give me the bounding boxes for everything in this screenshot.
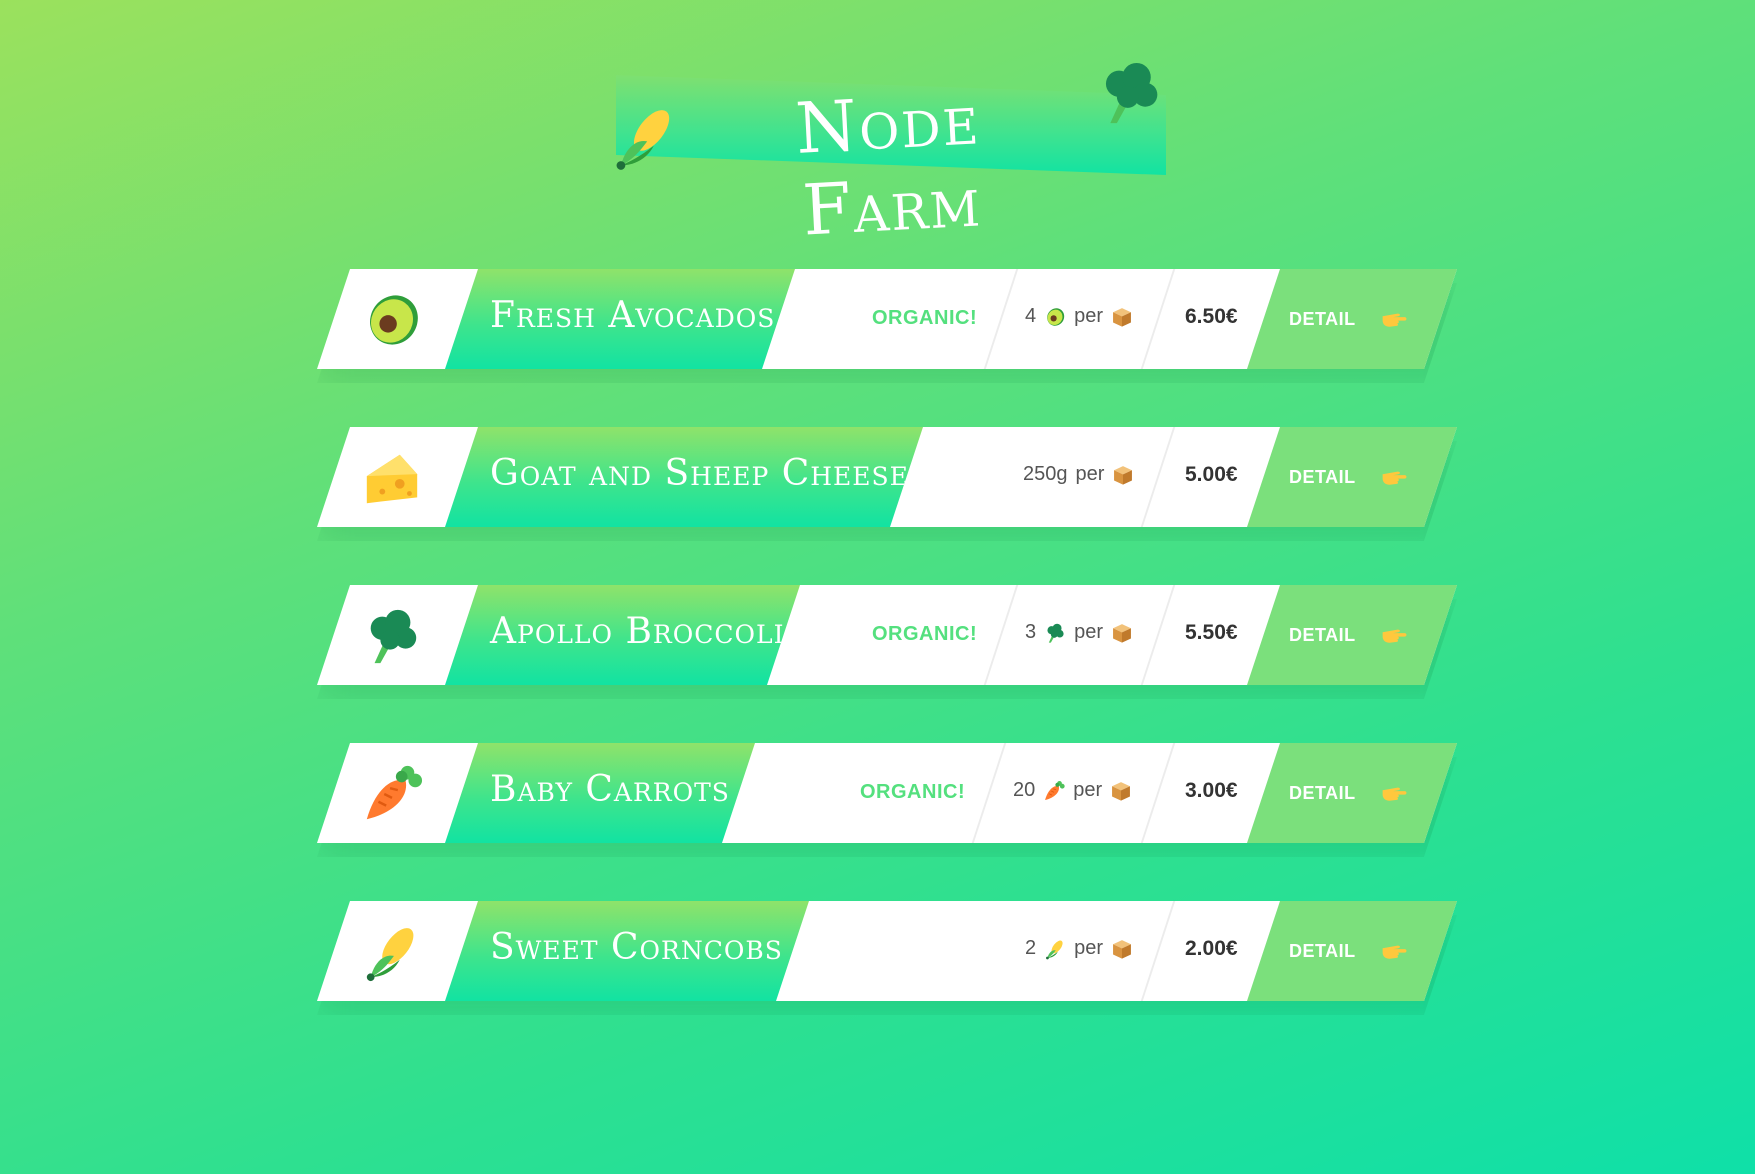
price: 5.50€ <box>1185 621 1238 644</box>
price: 6.50€ <box>1185 305 1238 328</box>
product-card-carrots[interactable]: Baby Carrots ORGANIC! 20 per 3.00€ DETAI… <box>317 743 1457 857</box>
corn-icon <box>610 97 680 177</box>
price: 3.00€ <box>1185 779 1238 802</box>
quantity: 2 per <box>1025 937 1133 960</box>
pointing-hand-icon <box>1380 936 1408 964</box>
product-name-band: Goat and Sheep Cheese <box>445 427 923 527</box>
detail-label: DETAIL <box>1289 625 1356 645</box>
price: 5.00€ <box>1185 463 1238 486</box>
broccoli-icon <box>357 605 427 667</box>
quantity: 250g per <box>1023 463 1134 486</box>
detail-label: DETAIL <box>1289 309 1356 329</box>
broccoli-icon <box>1095 55 1165 130</box>
box-icon <box>1111 622 1133 644</box>
organic-badge: ORGANIC! <box>860 781 966 803</box>
pointing-hand-icon <box>1380 462 1408 490</box>
detail-button[interactable]: DETAIL <box>1247 585 1457 685</box>
price: 2.00€ <box>1185 937 1238 960</box>
product-card-cheese[interactable]: Goat and Sheep Cheese 250g per 5.00€ DET… <box>317 427 1457 541</box>
detail-label: DETAIL <box>1289 783 1356 803</box>
product-name: Baby Carrots <box>490 769 730 810</box>
broccoli-icon <box>1044 622 1066 644</box>
pointing-hand-icon <box>1380 620 1408 648</box>
page-title: Node Farm <box>793 78 984 252</box>
pointing-hand-icon <box>1380 304 1408 332</box>
carrot-icon <box>357 763 427 825</box>
box-icon <box>1110 780 1132 802</box>
box-icon <box>1112 464 1134 486</box>
quantity: 3 per <box>1025 621 1133 644</box>
product-name: Goat and Sheep Cheese <box>490 453 909 494</box>
box-icon <box>1111 938 1133 960</box>
carrot-icon <box>1043 780 1065 802</box>
detail-button[interactable]: DETAIL <box>1247 427 1457 527</box>
product-name-band: Apollo Broccoli <box>445 585 800 685</box>
product-card-broccoli[interactable]: Apollo Broccoli ORGANIC! 3 per 5.50€ DET… <box>317 585 1457 699</box>
corn-icon <box>1044 938 1066 960</box>
pointing-hand-icon <box>1380 778 1408 806</box>
product-name: Sweet Corncobs <box>490 927 783 968</box>
product-name-band: Baby Carrots <box>445 743 755 843</box>
product-card-corncobs[interactable]: Sweet Corncobs 2 per 2.00€ DETAIL <box>317 901 1457 1015</box>
page-header: Node Farm <box>610 55 1170 252</box>
corn-icon <box>357 921 427 983</box>
detail-button[interactable]: DETAIL <box>1247 269 1457 369</box>
quantity: 20 per <box>1013 779 1132 802</box>
organic-badge: ORGANIC! <box>872 623 978 645</box>
quantity: 4 per <box>1025 305 1133 328</box>
cheese-icon <box>357 447 427 509</box>
detail-button[interactable]: DETAIL <box>1247 743 1457 843</box>
product-name-band: Fresh Avocados <box>445 269 795 369</box>
product-name-band: Sweet Corncobs <box>445 901 809 1001</box>
detail-label: DETAIL <box>1289 467 1356 487</box>
avocado-icon <box>1044 306 1066 328</box>
product-name: Apollo Broccoli <box>490 611 785 652</box>
box-icon <box>1111 306 1133 328</box>
detail-label: DETAIL <box>1289 941 1356 961</box>
product-name: Fresh Avocados <box>490 295 776 336</box>
organic-badge: ORGANIC! <box>872 307 978 329</box>
detail-button[interactable]: DETAIL <box>1247 901 1457 1001</box>
avocado-icon <box>357 289 427 351</box>
product-card-avocados[interactable]: Fresh Avocados ORGANIC! 4 per 6.50€ DETA… <box>317 269 1457 383</box>
